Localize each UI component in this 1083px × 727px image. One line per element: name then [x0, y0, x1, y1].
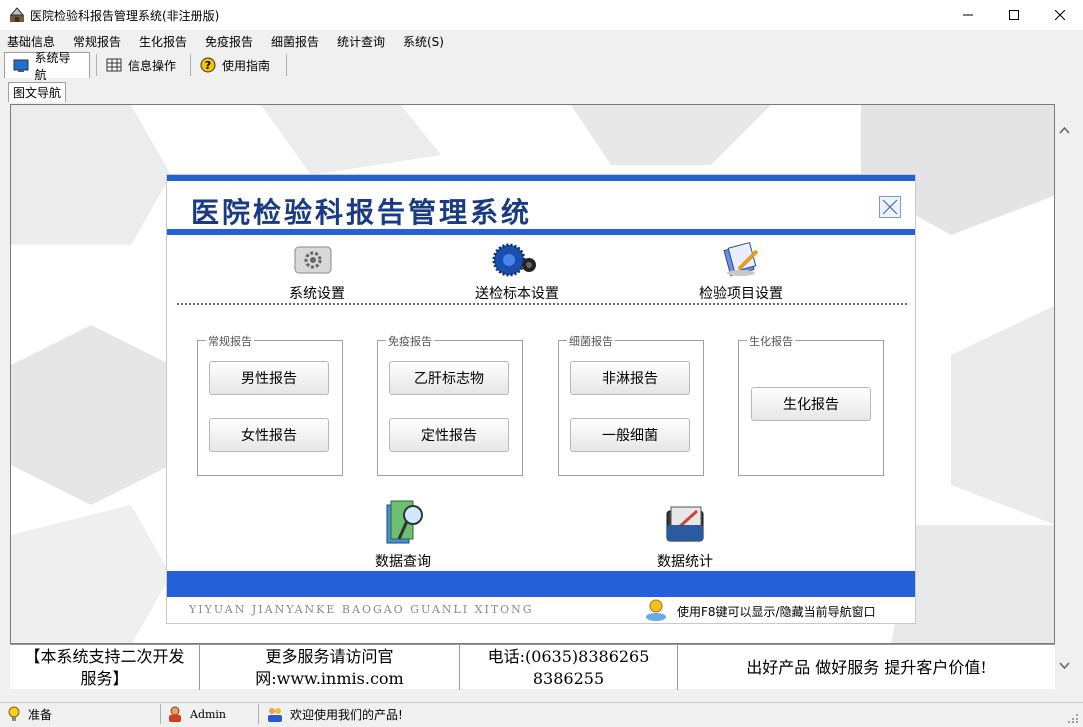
bulb-icon: [8, 706, 20, 721]
bacteria-report-group: 细菌报告 非淋报告 一般细菌: [558, 333, 704, 476]
group-title: 免疫报告: [386, 333, 434, 349]
test-item-settings-link[interactable]: 检验项目设置: [681, 241, 801, 305]
maximize-icon: [1009, 10, 1019, 20]
user-icon: [169, 706, 181, 722]
status-ready-text: 准备: [28, 707, 53, 722]
phone-line2: 8386255: [532, 668, 605, 688]
window-title: 医院检验科报告管理系统(非注册版): [30, 9, 220, 23]
navigation-panel: 医院检验科报告管理系统 系统设置 送检标本设置 检验项目设置 常规报告 男性报告…: [166, 174, 916, 624]
menu-basic-info[interactable]: 基础信息: [7, 33, 55, 50]
status-ready: 准备: [6, 705, 52, 723]
website-info: 更多服务请访问官 网:www.inmis.com: [200, 645, 460, 690]
grid-icon: [106, 58, 122, 72]
tab-user-guide[interactable]: ? 使用指南: [192, 52, 282, 78]
app-icon: [8, 6, 26, 24]
resize-grip-icon[interactable]: [1066, 712, 1080, 724]
status-divider: [258, 704, 259, 724]
group-title: 生化报告: [747, 333, 795, 349]
panel-close-button[interactable]: [879, 196, 901, 218]
status-user-text: Admin: [190, 707, 227, 721]
menu-immune-report[interactable]: 免疫报告: [205, 33, 253, 50]
status-welcome: 欢迎使用我们的产品!: [266, 705, 403, 723]
menu-system[interactable]: 系统(S): [403, 33, 444, 50]
close-icon: [1055, 10, 1065, 20]
maximize-button[interactable]: [991, 0, 1037, 30]
website-line1: 更多服务请访问官: [265, 646, 394, 666]
support-text: 【本系统支持二次开发服务】: [10, 645, 200, 690]
saw-blade-icon: [492, 243, 536, 277]
qualitative-report-button[interactable]: 定性报告: [389, 418, 509, 452]
data-query-link[interactable]: 数据查询: [353, 497, 453, 571]
hepatitis-b-markers-button[interactable]: 乙肝标志物: [389, 361, 509, 395]
tab-graphic-nav[interactable]: 图文导航: [8, 82, 66, 102]
biochem-report-group: 生化报告 生化报告: [738, 333, 884, 476]
routine-report-group: 常规报告 男性报告 女性报告: [197, 333, 343, 476]
toolbar-divider: [190, 54, 191, 76]
slogan-text: 出好产品 做好服务 提升客户价值!: [746, 657, 987, 677]
book-magnifier-icon: [386, 500, 423, 544]
monitor-icon: [13, 59, 29, 72]
toolbar-divider: [286, 54, 287, 76]
status-user: Admin: [166, 705, 226, 723]
tab-system-nav[interactable]: 系统导航: [4, 51, 90, 82]
tab-info-ops[interactable]: 信息操作: [98, 52, 186, 78]
folder-chart-icon: [666, 506, 704, 542]
close-button[interactable]: [1037, 0, 1083, 30]
document-pen-icon: [723, 241, 759, 277]
f8-hint: 使用F8键可以显示/隐藏当前导航窗口: [677, 605, 876, 619]
female-report-button[interactable]: 女性报告: [209, 418, 329, 452]
website-line2: 网:www.inmis.com: [255, 668, 404, 688]
biochem-report-button[interactable]: 生化报告: [751, 387, 871, 421]
tab-user-guide-label: 使用指南: [222, 58, 271, 73]
minimize-icon: [963, 14, 973, 16]
menu-biochem-report[interactable]: 生化报告: [139, 33, 187, 50]
data-statistics-link[interactable]: 数据统计: [635, 497, 735, 571]
vertical-scrollbar[interactable]: [1055, 104, 1074, 689]
dotted-divider: [177, 303, 907, 305]
menu-statistics[interactable]: 统计查询: [337, 33, 385, 50]
user-tip-icon: [646, 599, 666, 621]
tab-info-ops-label: 信息操作: [128, 58, 177, 73]
tab-system-nav-label: 系统导航: [34, 50, 71, 82]
non-gonococcal-report-button[interactable]: 非淋报告: [570, 361, 690, 395]
panel-top-stripe: [167, 175, 915, 181]
data-statistics-label: 数据统计: [657, 554, 713, 570]
group-title: 常规报告: [206, 333, 254, 349]
scroll-up-icon[interactable]: [1055, 124, 1074, 138]
panel-bottom-stripe: [167, 571, 915, 597]
panel-title: 医院检验科报告管理系统: [191, 196, 533, 229]
status-welcome-text: 欢迎使用我们的产品!: [290, 707, 403, 722]
status-divider: [160, 704, 161, 724]
system-settings-label: 系统设置: [289, 286, 345, 302]
group-title: 细菌报告: [567, 333, 615, 349]
toolbar-divider: [96, 54, 97, 76]
phone-line1: 电话:(0635)8386265: [487, 646, 650, 666]
gear-icon: [294, 246, 332, 274]
menu-routine-report[interactable]: 常规报告: [73, 33, 121, 50]
specimen-settings-link[interactable]: 送检标本设置: [457, 241, 577, 305]
general-bacteria-button[interactable]: 一般细菌: [570, 418, 690, 452]
info-footer: 【本系统支持二次开发服务】 更多服务请访问官 网:www.inmis.com 电…: [10, 644, 1055, 690]
scroll-down-icon[interactable]: [1055, 659, 1074, 673]
svg-text:?: ?: [205, 59, 211, 72]
help-icon: ?: [200, 57, 216, 73]
minimize-button[interactable]: [945, 0, 991, 30]
people-icon: [268, 708, 282, 722]
test-item-settings-label: 检验项目设置: [699, 286, 783, 302]
immune-report-group: 免疫报告 乙肝标志物 定性报告: [377, 333, 523, 476]
close-icon: [882, 199, 898, 215]
status-bar: [0, 702, 1083, 727]
panel-title-stripe: [167, 229, 915, 235]
specimen-settings-label: 送检标本设置: [475, 286, 559, 302]
phone-info: 电话:(0635)8386265 8386255: [460, 645, 678, 690]
menu-bacteria-report[interactable]: 细菌报告: [271, 33, 319, 50]
male-report-button[interactable]: 男性报告: [209, 361, 329, 395]
data-query-label: 数据查询: [375, 554, 431, 570]
system-settings-link[interactable]: 系统设置: [267, 241, 367, 305]
pinyin-caption: YIYUAN JIANYANKE BAOGAO GUANLI XITONG: [189, 603, 534, 616]
